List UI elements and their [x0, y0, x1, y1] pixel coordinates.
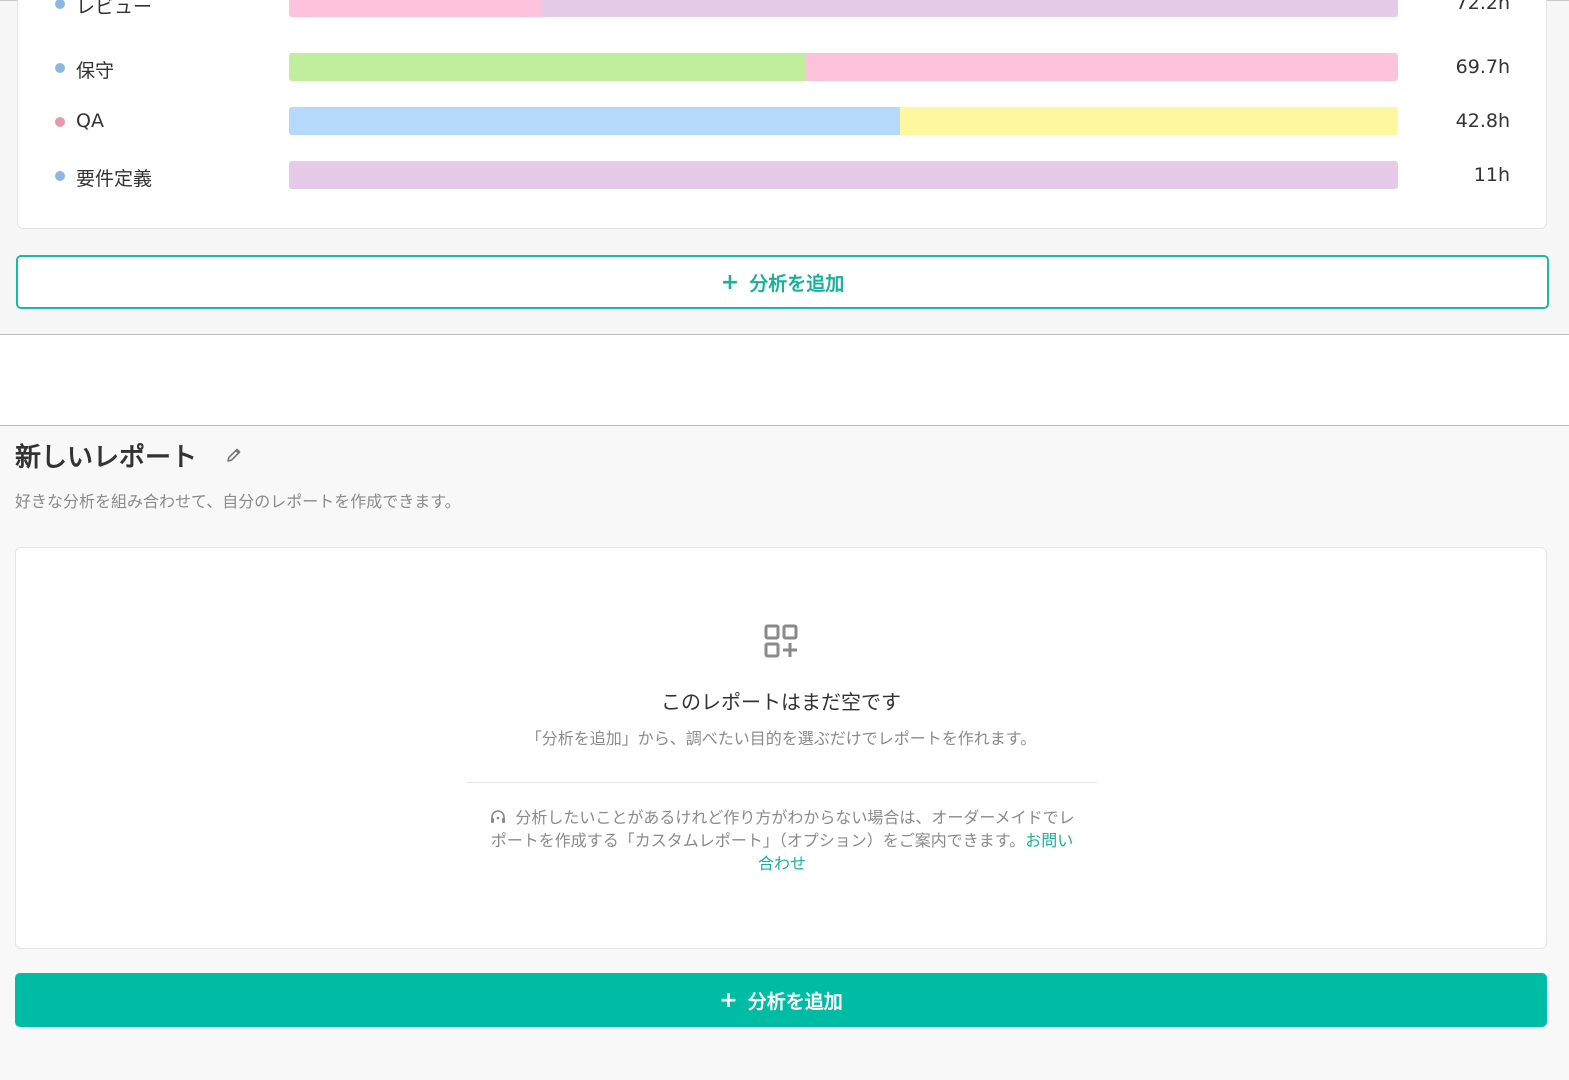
bar-segment: [289, 161, 1398, 189]
bar-segment: [900, 107, 1398, 135]
add-analysis-button-outline[interactable]: + 分析を追加: [16, 255, 1549, 309]
chart-row: 要件定義 11h: [18, 161, 1546, 191]
new-report-section: 新しいレポート 好きな分析を組み合わせて、自分のレポートを作成できます。 このレ…: [0, 425, 1569, 1080]
bar-segment: [289, 107, 901, 135]
analysis-section: レビュー 72.2h 保守 69.7h QA 42.8h 要件定義 11h + 分析を追加: [0, 0, 1569, 335]
chart-row: QA 42.8h: [18, 107, 1546, 137]
add-analysis-button-primary[interactable]: + 分析を追加: [15, 973, 1547, 1027]
report-title: 新しいレポート: [15, 443, 198, 473]
report-description: 好きな分析を組み合わせて、自分のレポートを作成できます。: [15, 492, 461, 511]
add-analysis-label: 分析を追加: [749, 272, 845, 295]
row-value: 42.8h: [1455, 110, 1510, 132]
plus-icon: +: [720, 269, 740, 295]
support-headset-icon: [491, 810, 506, 823]
row-value: 72.2h: [1455, 0, 1510, 14]
empty-report-card: このレポートはまだ空です 「分析を追加」から、調べたい目的を選ぶだけでレポートを…: [15, 547, 1547, 949]
stacked-bar: [289, 107, 1398, 135]
plus-icon: +: [719, 987, 738, 1013]
row-label: 要件定義: [76, 168, 153, 190]
add-analysis-label: 分析を追加: [747, 990, 843, 1013]
row-value: 69.7h: [1455, 56, 1510, 78]
empty-state-description: 「分析を追加」から、調べたい目的を選ぶだけでレポートを作れます。: [525, 729, 1037, 748]
chart-row: 保守 69.7h: [18, 53, 1546, 83]
row-label: レビュー: [76, 0, 153, 18]
legend-dot: [55, 0, 65, 9]
bar-segment: [289, 0, 541, 17]
row-label: QA: [76, 110, 104, 132]
grid-add-icon: [764, 624, 798, 658]
bar-segment: [289, 53, 805, 81]
row-value: 11h: [1473, 164, 1510, 186]
empty-state-title: このレポートはまだ空です: [661, 690, 901, 714]
stacked-bar: [289, 53, 1398, 81]
bar-segment: [804, 53, 1398, 81]
empty-state-divider: [467, 782, 1097, 783]
legend-dot: [55, 171, 65, 181]
row-label: 保守: [76, 60, 115, 82]
stacked-bar: [289, 161, 1398, 189]
chart-row: レビュー 72.2h: [18, 0, 1546, 19]
stacked-bar: [289, 0, 1398, 17]
bar-segment: [540, 0, 1398, 17]
stacked-bar-chart-card: レビュー 72.2h 保守 69.7h QA 42.8h 要件定義 11h: [17, 0, 1547, 229]
custom-report-help-text: 分析したいことがあるけれど作り方がわからない場合は、オーダーメイドでレポートを作…: [490, 808, 1075, 850]
pencil-edit-icon[interactable]: [224, 445, 244, 465]
legend-dot: [55, 117, 65, 127]
custom-report-help: 分析したいことがあるけれど作り方がわからない場合は、オーダーメイドでレポートを作…: [486, 806, 1078, 875]
legend-dot: [55, 63, 65, 73]
